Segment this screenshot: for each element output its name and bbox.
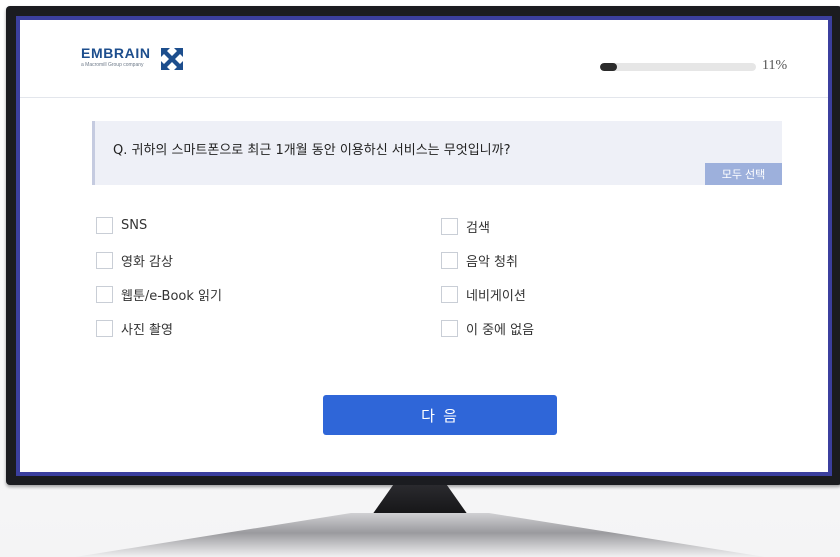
checkbox[interactable] [96, 320, 113, 337]
question-text: Q. 귀하의 스마트폰으로 최근 1개월 동안 이용하신 서비스는 무엇입니까? [113, 143, 511, 158]
option-music[interactable]: 음악 청취 [441, 251, 518, 270]
checkbox[interactable] [441, 252, 458, 269]
embrain-logo: EMBRAIN a Macromill Group company [81, 45, 185, 72]
option-label: 검색 [466, 221, 490, 236]
tv-screen-border: EMBRAIN a Macromill Group company 11% Q.… [16, 16, 832, 476]
survey-screen: EMBRAIN a Macromill Group company 11% Q.… [20, 20, 828, 472]
checkbox[interactable] [96, 217, 113, 234]
progress-fill [600, 63, 618, 71]
tv-frame: EMBRAIN a Macromill Group company 11% Q.… [6, 6, 840, 485]
option-label: SNS [121, 218, 148, 233]
option-photo[interactable]: 사진 촬영 [96, 319, 173, 338]
option-sns[interactable]: SNS [96, 217, 147, 234]
checkbox[interactable] [441, 218, 458, 235]
option-movie[interactable]: 영화 감상 [96, 251, 173, 270]
logo-text: EMBRAIN a Macromill Group company [81, 45, 151, 68]
option-label: 이 중에 없음 [466, 323, 535, 338]
checkbox[interactable] [96, 252, 113, 269]
progress-percent: 11% [762, 58, 788, 73]
option-label: 음악 청취 [466, 255, 518, 270]
tv-stand-base [75, 513, 765, 557]
embrain-arrows-icon [158, 46, 185, 72]
progress-bar [600, 63, 756, 71]
option-label: 영화 감상 [121, 255, 173, 270]
question-box: Q. 귀하의 스마트폰으로 최근 1개월 동안 이용하신 서비스는 무엇입니까?… [92, 121, 782, 185]
option-search[interactable]: 검색 [441, 217, 490, 236]
checkbox[interactable] [441, 320, 458, 337]
checkbox[interactable] [441, 286, 458, 303]
next-button[interactable]: 다 음 [323, 395, 557, 435]
option-none[interactable]: 이 중에 없음 [441, 319, 534, 338]
survey-header: EMBRAIN a Macromill Group company 11% [20, 20, 828, 98]
option-label: 웹툰/e-Book 읽기 [121, 289, 222, 304]
checkbox[interactable] [96, 286, 113, 303]
option-label: 네비게이션 [466, 289, 526, 304]
select-all-button[interactable]: 모두 선택 [705, 163, 782, 185]
option-label: 사진 촬영 [121, 323, 173, 338]
tv-stand-neck [372, 485, 468, 515]
brand-tagline: a Macromill Group company [81, 62, 144, 68]
option-navigation[interactable]: 네비게이션 [441, 285, 526, 304]
brand-name: EMBRAIN [81, 45, 151, 61]
answer-options: SNS 영화 감상 웹툰/e-Book 읽기 사진 촬영 검색 음악 청취 네비… [92, 215, 782, 355]
option-webtoon[interactable]: 웹툰/e-Book 읽기 [96, 285, 222, 304]
